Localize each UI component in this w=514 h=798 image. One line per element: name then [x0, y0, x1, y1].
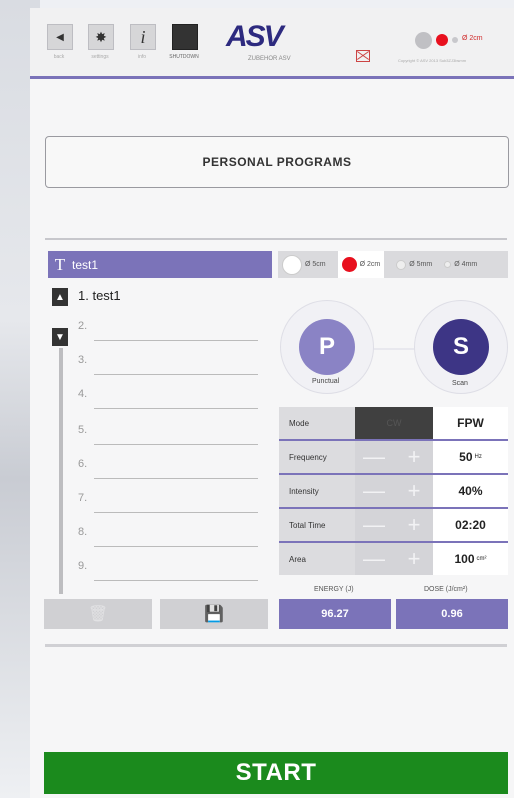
- energy-value: 96.27: [279, 599, 391, 629]
- minus-button[interactable]: —: [359, 548, 389, 570]
- size-option[interactable]: Ø 5mm: [396, 259, 432, 270]
- divider: [45, 644, 507, 647]
- list-item[interactable]: 6.: [78, 458, 258, 482]
- scan-button[interactable]: S: [433, 319, 489, 375]
- trash-icon: 🗑: [87, 606, 109, 623]
- minus-button[interactable]: —: [359, 514, 389, 536]
- list-item[interactable]: 1. test1: [78, 288, 258, 312]
- info-icon: i: [140, 26, 146, 47]
- scan-label: Scan: [452, 380, 468, 387]
- dose-label: DOSE (J/cm²): [424, 586, 468, 593]
- back-caption: back: [53, 54, 65, 60]
- back-button[interactable]: ◀: [47, 24, 73, 50]
- param-row-area: Area — + 100 cm²: [279, 543, 508, 575]
- list-item[interactable]: 8.: [78, 526, 258, 550]
- size-option[interactable]: Ø 4mm: [444, 261, 477, 268]
- text-icon: T: [54, 254, 66, 274]
- list-item[interactable]: 4.: [78, 388, 258, 412]
- list-item[interactable]: 3.: [78, 354, 258, 378]
- list-item[interactable]: 9.: [78, 560, 258, 584]
- param-row-mode: Mode CW FPW: [279, 407, 508, 441]
- delete-button[interactable]: 🗑: [44, 599, 152, 629]
- energy-label: ENERGY (J): [314, 586, 354, 593]
- param-row-frequency: Frequency — + 50 Hz: [279, 441, 508, 475]
- status-red-dot: [436, 34, 448, 46]
- plus-button[interactable]: +: [399, 548, 429, 570]
- intensity-value: 40%: [433, 475, 508, 507]
- punctual-label: Punctual: [312, 378, 340, 385]
- plus-button[interactable]: +: [399, 480, 429, 502]
- scroll-up-button[interactable]: ▲: [52, 288, 68, 306]
- status-indicator: Ø 2cm: [400, 26, 500, 54]
- floppy-disk-icon: 💾: [204, 606, 224, 623]
- gear-icon: ✸: [95, 28, 107, 45]
- mode-value[interactable]: FPW: [433, 407, 508, 439]
- probe-size-selector: Ø 5cm Ø 2cm Ø 5mm Ø 4mm: [278, 251, 508, 278]
- scroll-down-button[interactable]: ▼: [52, 328, 68, 346]
- info-button[interactable]: i: [130, 24, 156, 50]
- page-title: PERSONAL PROGRAMS: [45, 136, 509, 188]
- plus-button[interactable]: +: [399, 446, 429, 468]
- list-item[interactable]: 2.: [78, 320, 258, 344]
- save-button[interactable]: 💾: [160, 599, 268, 629]
- start-button[interactable]: START: [44, 752, 508, 794]
- copyright-text: Copyright © ASV 2013 Sub3ZJ3bsmm: [398, 58, 467, 63]
- shutdown-button[interactable]: [172, 24, 198, 50]
- size-option[interactable]: Ø 5cm: [278, 254, 326, 275]
- param-row-intensity: Intensity — + 40%: [279, 475, 508, 509]
- program-header[interactable]: T test1: [48, 251, 272, 278]
- size-option-selected[interactable]: Ø 2cm: [337, 251, 385, 278]
- settings-caption: settings: [91, 54, 109, 60]
- minus-button[interactable]: —: [359, 446, 389, 468]
- arrow-up-icon: ▲: [55, 291, 65, 303]
- mode-cw-button[interactable]: CW: [355, 407, 433, 439]
- program-list: ▲ ▼ 1. test1 2. 3. 4. 5. 6. 7. 8. 9.: [48, 278, 272, 594]
- divider: [45, 238, 507, 240]
- total-time-value: 02:20: [433, 509, 508, 541]
- status-small-dot: [452, 37, 458, 43]
- logo: ASV: [226, 20, 284, 53]
- punctual-button[interactable]: P: [299, 319, 355, 375]
- scroll-track[interactable]: [59, 348, 63, 594]
- back-icon: ◀: [56, 31, 64, 43]
- flag-icon[interactable]: [356, 50, 370, 62]
- mode-selector: P Punctual S Scan: [278, 300, 508, 398]
- dose-value: 0.96: [396, 599, 508, 629]
- info-caption: info: [137, 54, 147, 60]
- arrow-down-icon: ▼: [55, 331, 65, 343]
- status-grey-dot: [415, 32, 432, 49]
- list-item[interactable]: 7.: [78, 492, 258, 516]
- plus-button[interactable]: +: [399, 514, 429, 536]
- program-header-name: test1: [72, 257, 99, 272]
- shutdown-caption: SHUTDOWN: [169, 54, 199, 60]
- frequency-value: 50 Hz: [433, 441, 508, 473]
- status-size-text: Ø 2cm: [462, 35, 483, 42]
- scrollbar[interactable]: ▲ ▼: [52, 282, 68, 594]
- area-value: 100 cm²: [433, 543, 508, 575]
- list-item[interactable]: 5.: [78, 424, 258, 448]
- minus-button[interactable]: —: [359, 480, 389, 502]
- param-row-total-time: Total Time — + 02:20: [279, 509, 508, 543]
- logo-subtitle: ZUBEHOR ASV: [248, 56, 291, 62]
- settings-button[interactable]: ✸: [88, 24, 114, 50]
